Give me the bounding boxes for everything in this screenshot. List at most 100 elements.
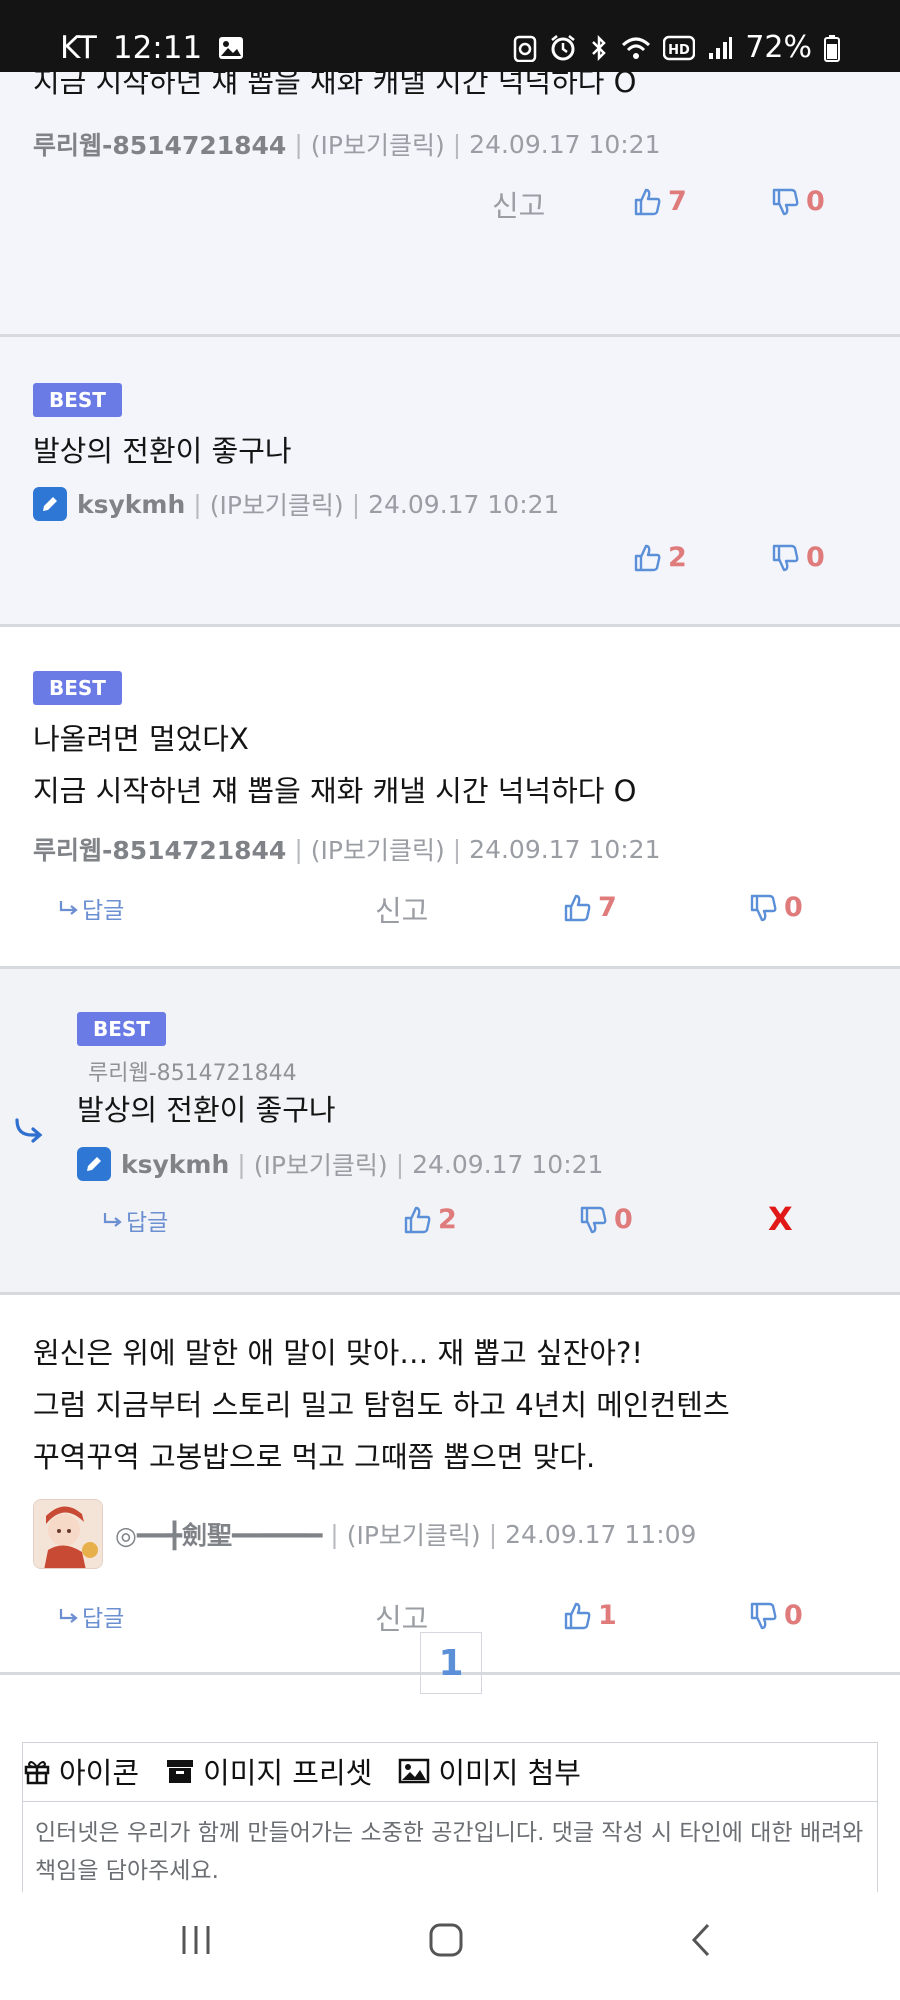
- gift-icon: [24, 1761, 50, 1785]
- clock: 12:11: [112, 30, 203, 66]
- comment-date: 24.09.17 10:21: [368, 489, 560, 519]
- delete-button[interactable]: X: [768, 1200, 793, 1238]
- image-attach-button[interactable]: 이미지 첨부: [398, 1750, 581, 1792]
- svg-text:HD: HD: [668, 43, 690, 58]
- upvote-button[interactable]: 7: [562, 892, 617, 923]
- thumbs-up-icon: [564, 1602, 591, 1629]
- comment-text-line: 지금 시작하년 쟤 뽑을 재화 캐낼 시간 넉넉하다 O: [33, 72, 637, 99]
- reply-button[interactable]: 답글: [102, 1203, 168, 1237]
- downvote-button[interactable]: 0: [770, 186, 825, 217]
- reply-arrow-icon: [59, 1609, 78, 1623]
- comment-text-line: 그럼 지금부터 스토리 밀고 탐험도 하고 4년치 메인컨텐츠: [33, 1388, 730, 1422]
- best-badge: BEST: [33, 383, 122, 417]
- parent-author: 루리웹-8514721844: [88, 1061, 297, 1086]
- image-preset-button[interactable]: 이미지 프리셋: [165, 1750, 372, 1792]
- upvote-button[interactable]: 2: [402, 1204, 457, 1235]
- reply-arrow-icon: [103, 1213, 122, 1227]
- hd-icon: HD: [663, 35, 696, 61]
- reply-indicator-icon: [14, 1117, 44, 1147]
- alarm-icon: [549, 34, 577, 62]
- reply-button[interactable]: 답글: [58, 891, 124, 925]
- ip-link[interactable]: (IP보기클릭): [347, 1516, 481, 1552]
- comment-item: 지금 시작하년 쟤 뽑을 재화 캐낼 시간 넉넉하다 O 루리웹-8514721…: [0, 72, 900, 337]
- comment-date: 24.09.17 10:21: [412, 1149, 604, 1179]
- back-button[interactable]: [688, 1922, 714, 1962]
- downvote-button[interactable]: 0: [748, 1600, 803, 1631]
- comment-date: 24.09.17 10:21: [469, 129, 661, 159]
- author-name[interactable]: 루리웹-8514721844: [33, 126, 286, 162]
- author-name[interactable]: ksykmh: [77, 490, 185, 519]
- wifi-icon: [621, 35, 651, 61]
- report-button[interactable]: 신고: [492, 183, 545, 225]
- upvote-button[interactable]: 2: [632, 542, 687, 573]
- reply-arrow-icon: [59, 901, 78, 915]
- author-name[interactable]: 루리웹-8514721844: [33, 831, 286, 867]
- recycle-icon: [513, 34, 537, 62]
- comment-date: 24.09.17 10:21: [469, 834, 661, 864]
- reply-comment-item: BEST 루리웹-8514721844 발상의 전환이 좋구나 ksykmh |…: [0, 969, 900, 1295]
- ip-link[interactable]: (IP보기클릭): [254, 1146, 388, 1182]
- downvote-count: 0: [806, 186, 825, 217]
- upvote-count: 2: [438, 1204, 457, 1235]
- upvote-button[interactable]: 7: [632, 186, 687, 217]
- report-button[interactable]: 신고: [375, 888, 428, 930]
- reply-button[interactable]: 답글: [58, 1599, 124, 1633]
- ip-link[interactable]: (IP보기클릭): [210, 486, 344, 522]
- ip-link[interactable]: (IP보기클릭): [311, 126, 445, 162]
- comment-editor: 아이콘 이미지 프리셋 이미지 첨부 인터넷은 우리가 함께 만들어가는 소중한…: [22, 1742, 878, 1892]
- thumbs-up-icon: [404, 1206, 431, 1233]
- editor-toolbar: 아이콘 이미지 프리셋 이미지 첨부: [23, 1743, 877, 1799]
- upvote-count: 7: [598, 892, 617, 923]
- author-name[interactable]: ksykmh: [121, 1150, 229, 1179]
- ip-link[interactable]: (IP보기클릭): [311, 831, 445, 867]
- pencil-icon: [33, 487, 67, 521]
- upvote-button[interactable]: 1: [562, 1600, 617, 1631]
- status-bar: KT 12:11 HD 72%: [0, 0, 900, 72]
- signal-icon: [707, 35, 733, 61]
- upvote-count: 7: [668, 186, 687, 217]
- thumbs-up-icon: [634, 188, 661, 215]
- avatar[interactable]: [33, 1499, 103, 1569]
- comment-meta: ◎━━╋劍聖━━━━━━ | (IP보기클릭) | 24.09.17 11:09: [33, 1499, 696, 1569]
- best-badge: BEST: [33, 671, 122, 705]
- gallery-icon: [218, 36, 244, 60]
- recent-apps-icon: [182, 1926, 210, 1954]
- downvote-button[interactable]: 0: [578, 1204, 633, 1235]
- comment-text-line: 발상의 전환이 좋구나: [33, 434, 292, 468]
- thumbs-down-icon: [750, 1602, 777, 1629]
- bluetooth-icon: [589, 34, 609, 62]
- battery-icon: [824, 34, 840, 62]
- thumbs-down-icon: [772, 544, 799, 571]
- comment-meta: 루리웹-8514721844 | (IP보기클릭) | 24.09.17 10:…: [33, 126, 661, 162]
- comment-date: 24.09.17 11:09: [505, 1519, 697, 1549]
- downvote-button[interactable]: 0: [770, 542, 825, 573]
- home-button[interactable]: [428, 1922, 464, 1962]
- comment-list: 지금 시작하년 쟤 뽑을 재화 캐낼 시간 넉넉하다 O 루리웹-8514721…: [0, 72, 900, 1892]
- pencil-icon: [77, 1147, 111, 1181]
- downvote-count: 0: [806, 542, 825, 573]
- comment-text-line: 원신은 위에 말한 애 말이 맞아… 재 뽑고 싶잔아?!: [33, 1336, 644, 1370]
- carrier-label: KT: [60, 30, 97, 66]
- downvote-count: 0: [784, 892, 803, 923]
- page-button-current[interactable]: 1: [420, 1632, 482, 1694]
- comment-meta: ksykmh | (IP보기클릭) | 24.09.17 10:21: [77, 1146, 603, 1182]
- comment-meta: ksykmh | (IP보기클릭) | 24.09.17 10:21: [33, 486, 559, 522]
- comment-item: 원신은 위에 말한 애 말이 맞아… 재 뽑고 싶잔아?! 그럼 지금부터 스토…: [0, 1295, 900, 1675]
- comment-item: BEST 발상의 전환이 좋구나 ksykmh | (IP보기클릭) | 24.…: [0, 337, 900, 627]
- upvote-count: 2: [668, 542, 687, 573]
- comment-input[interactable]: 인터넷은 우리가 함께 만들어가는 소중한 공간입니다. 댓글 작성 시 타인에…: [23, 1801, 877, 1892]
- author-name[interactable]: ◎━━╋劍聖━━━━━━: [115, 1516, 322, 1552]
- downvote-count: 0: [614, 1204, 633, 1235]
- downvote-button[interactable]: 0: [748, 892, 803, 923]
- thumbs-down-icon: [750, 894, 777, 921]
- comment-text-line: 나올려면 멀었다X: [33, 722, 249, 756]
- thumbs-down-icon: [772, 188, 799, 215]
- image-icon: [399, 1758, 430, 1784]
- comment-text-line: 발상의 전환이 좋구나: [77, 1093, 336, 1127]
- downvote-count: 0: [784, 1600, 803, 1631]
- recent-apps-button[interactable]: [178, 1922, 214, 1962]
- emoticon-button[interactable]: 아이콘: [23, 1750, 139, 1792]
- thumbs-up-icon: [634, 544, 661, 571]
- home-icon: [429, 1923, 463, 1957]
- system-nav-bar: [0, 1892, 900, 2000]
